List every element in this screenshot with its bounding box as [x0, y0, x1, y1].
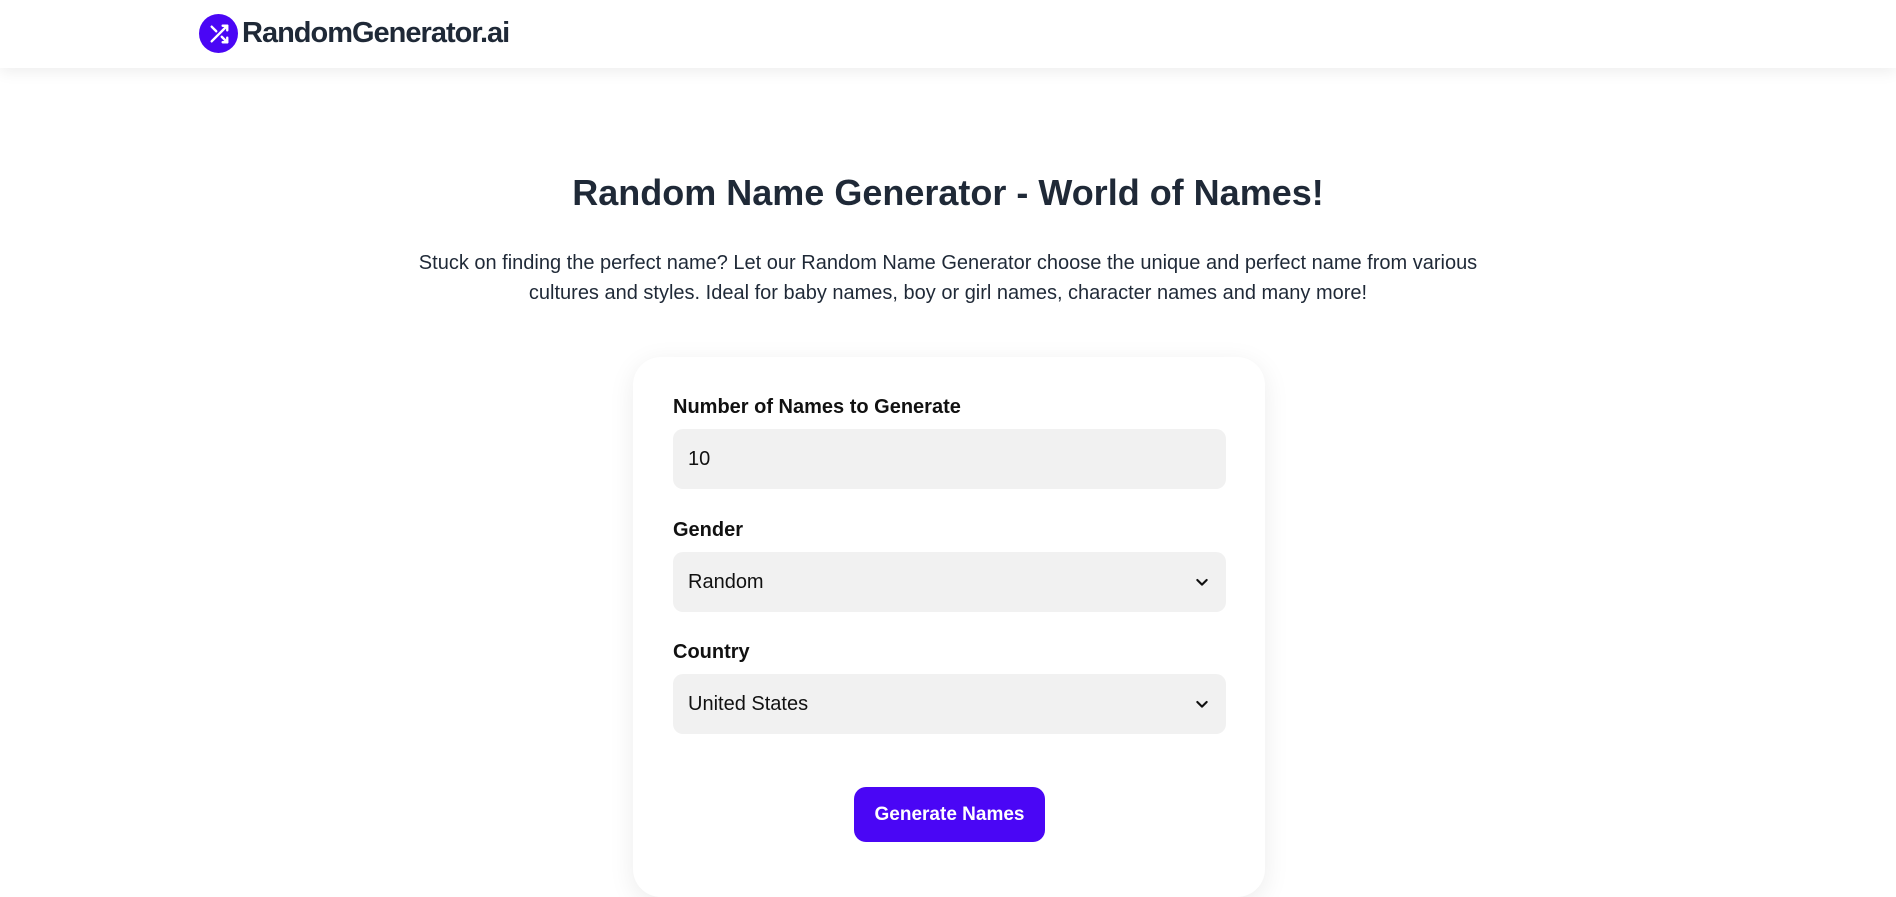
gender-label: Gender — [673, 519, 744, 541]
count-label: Number of Names to Generate — [673, 396, 961, 418]
country-label: Country — [673, 641, 750, 663]
country-select[interactable]: United States — [673, 674, 1226, 734]
top-navbar: RandomGenerator.ai — [0, 0, 1896, 68]
page-description: Stuck on finding the perfect name? Let o… — [418, 252, 1478, 304]
name-generator-form: Number of Names to Generate Gender Rando… — [633, 357, 1265, 897]
gender-selected-value: Random — [688, 570, 764, 593]
generate-names-button[interactable]: Generate Names — [854, 787, 1045, 842]
count-input[interactable] — [688, 447, 1211, 471]
chevron-down-icon — [1193, 695, 1211, 713]
brand-name: RandomGenerator.ai — [242, 17, 510, 49]
brand-logo-link[interactable]: RandomGenerator.ai — [199, 14, 510, 53]
page-title: Random Name Generator - World of Names! — [572, 172, 1324, 213]
country-selected-value: United States — [688, 692, 809, 715]
gender-select[interactable]: Random — [673, 552, 1226, 612]
chevron-down-icon — [1193, 573, 1211, 591]
count-field[interactable] — [673, 429, 1226, 489]
shuffle-icon — [199, 14, 238, 53]
